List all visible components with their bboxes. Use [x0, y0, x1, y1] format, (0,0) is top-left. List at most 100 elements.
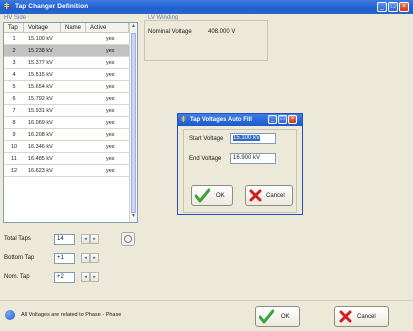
cell-tap: 1: [12, 36, 16, 42]
cell-active: yes: [106, 72, 115, 78]
cell-voltage: 16.623 kV: [28, 168, 53, 174]
cell-active: yes: [106, 60, 115, 66]
table-row[interactable]: 10 16.346 kV yes: [4, 141, 129, 153]
cell-voltage: 16.069 kV: [28, 120, 53, 126]
cell-voltage: 15.792 kV: [28, 96, 53, 102]
col-header-tap[interactable]: Tap: [4, 23, 24, 33]
total-taps-label: Total Taps: [4, 236, 31, 242]
table-row[interactable]: 5 15.654 kV yes: [4, 81, 129, 93]
nominal-voltage-value: 408.000 V: [208, 29, 236, 35]
ok-label: OK: [281, 314, 290, 320]
cell-active: yes: [106, 108, 115, 114]
cell-voltage: 15.377 kV: [28, 60, 53, 66]
nom-tap-label: Nom. Tap: [4, 274, 30, 280]
cell-tap: 5: [12, 84, 16, 90]
table-row[interactable]: 7 15.931 kV yes: [4, 105, 129, 117]
start-voltage-value: 15.100 kV: [233, 135, 261, 141]
hv-side-label: HV Side: [4, 15, 27, 21]
info-icon: [5, 310, 15, 320]
cell-tap: 11: [11, 156, 17, 162]
cell-tap: 9: [12, 132, 16, 138]
cell-tap: 2: [12, 48, 16, 54]
reset-button[interactable]: [121, 232, 135, 246]
minimize-button[interactable]: _: [377, 2, 387, 12]
nom-tap-decrement-button[interactable]: ◂: [81, 272, 90, 282]
dialog-app-icon: ǂ: [181, 115, 186, 124]
nominal-voltage-label: Nominal Voltage: [148, 29, 192, 35]
table-row[interactable]: 9 16.208 kV yes: [4, 129, 129, 141]
bottom-tap-decrement-button[interactable]: ◂: [81, 253, 90, 263]
table-row[interactable]: 8 16.069 kV yes: [4, 117, 129, 129]
total-taps-field[interactable]: 14: [54, 234, 75, 245]
cell-active: yes: [106, 156, 115, 162]
status-bar: All Voltages are related to Phase - Phas…: [0, 300, 413, 331]
maximize-button[interactable]: □: [388, 2, 398, 12]
table-row[interactable]: 11 16.485 kV yes: [4, 153, 129, 165]
tap-changer-window: ǂ Tap Changer Definition _ □ × HV Side L…: [0, 0, 413, 331]
cell-voltage: 16.485 kV: [28, 156, 53, 162]
dialog-cancel-button[interactable]: Cancel: [245, 185, 293, 206]
tap-table[interactable]: Tap Voltage Name Active 1 15.100 kV yes 2 15…: [3, 22, 138, 223]
dialog-title-bar: ǂ Tap Voltages Auto Fill _ □ ×: [178, 114, 302, 126]
cell-tap: 7: [12, 108, 16, 114]
dialog-minimize-button[interactable]: _: [268, 115, 277, 124]
cell-active: yes: [106, 36, 115, 42]
dialog-ok-button[interactable]: OK: [191, 185, 233, 206]
total-taps-increment-button[interactable]: ▸: [90, 234, 99, 244]
cell-active: yes: [106, 132, 115, 138]
cell-active: yes: [106, 120, 115, 126]
dialog-close-button[interactable]: ×: [288, 115, 297, 124]
start-voltage-field[interactable]: 15.100 kV: [230, 133, 276, 144]
dialog-ok-label: OK: [216, 193, 225, 199]
cell-voltage: 16.346 kV: [28, 144, 53, 150]
dialog-maximize-button[interactable]: □: [278, 115, 287, 124]
col-header-voltage[interactable]: Voltage: [24, 23, 61, 33]
cell-voltage: 16.208 kV: [28, 132, 53, 138]
cell-tap: 3: [12, 60, 16, 66]
status-message: All Voltages are related to Phase - Phas…: [21, 312, 122, 318]
scroll-down-icon[interactable]: ▼: [130, 213, 137, 220]
auto-fill-dialog: ǂ Tap Voltages Auto Fill _ □ × Start Vol…: [177, 113, 303, 215]
cell-tap: 10: [10, 144, 18, 150]
table-row[interactable]: 1 15.100 kV yes: [4, 33, 129, 45]
end-voltage-label: End Voltage: [189, 156, 222, 162]
total-taps-decrement-button[interactable]: ◂: [81, 234, 90, 244]
table-row[interactable]: 3 15.377 kV yes: [4, 57, 129, 69]
cancel-button[interactable]: Cancel: [334, 306, 389, 327]
col-header-name[interactable]: Name: [61, 23, 86, 33]
close-button[interactable]: ×: [399, 2, 409, 12]
bottom-tap-increment-button[interactable]: ▸: [90, 253, 99, 263]
scroll-up-icon[interactable]: ▲: [130, 23, 137, 30]
window-title: Tap Changer Definition: [15, 3, 89, 10]
ok-button[interactable]: OK: [255, 306, 300, 327]
cell-voltage: 15.654 kV: [28, 84, 53, 90]
cancel-x-icon: [339, 310, 352, 323]
start-voltage-label: Start Voltage: [189, 136, 224, 142]
nom-tap-field[interactable]: +2: [54, 272, 75, 283]
cell-active: yes: [106, 168, 115, 174]
table-row[interactable]: 4 15.515 kV yes: [4, 69, 129, 81]
nom-tap-increment-button[interactable]: ▸: [90, 272, 99, 282]
cell-voltage: 15.515 kV: [28, 72, 53, 78]
cell-tap: 12: [10, 168, 18, 174]
cell-active: yes: [106, 84, 115, 90]
check-icon: [195, 188, 210, 203]
cell-voltage: 15.100 kV: [28, 36, 53, 42]
cell-tap: 4: [12, 72, 16, 78]
cancel-label: Cancel: [357, 314, 376, 320]
vertical-scrollbar[interactable]: ▲ ▼: [129, 23, 137, 222]
scroll-thumb[interactable]: [131, 33, 136, 213]
dialog-title: Tap Voltages Auto Fill: [190, 117, 252, 123]
title-bar: ǂ Tap Changer Definition _ □ ×: [0, 0, 413, 14]
bottom-tap-field[interactable]: +1: [54, 253, 75, 264]
table-row[interactable]: 6 15.792 kV yes: [4, 93, 129, 105]
col-header-active[interactable]: Active: [86, 23, 129, 33]
table-row[interactable]: 12 16.623 kV yes: [4, 165, 129, 177]
cell-voltage: 15.931 kV: [28, 108, 53, 114]
table-row[interactable]: 2 15.238 kV yes: [4, 45, 129, 57]
cancel-x-icon: [249, 189, 262, 202]
check-icon: [259, 309, 274, 324]
cell-active: yes: [106, 96, 115, 102]
end-voltage-field[interactable]: 16.900 kV: [230, 153, 276, 164]
dialog-cancel-label: Cancel: [266, 193, 285, 199]
